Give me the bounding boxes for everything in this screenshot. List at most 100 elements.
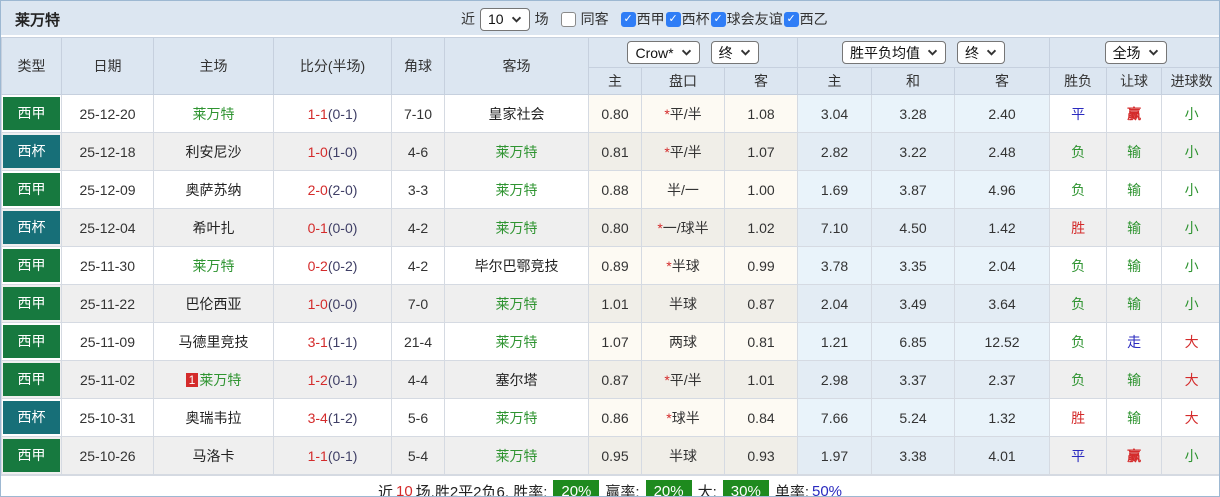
match-date: 25-12-20 bbox=[61, 94, 154, 133]
table-row: 西甲 25-12-09 奥萨苏纳 2-0(2-0) 3-3 莱万特 0.88 半… bbox=[1, 170, 1219, 209]
handicap-result-value: 输 bbox=[1127, 219, 1142, 236]
home-team-cell: 奥萨苏纳 bbox=[153, 170, 274, 209]
eu-draw-odds: 5.24 bbox=[871, 398, 956, 437]
ah-home-odds: 0.89 bbox=[588, 246, 642, 285]
goals-cell: 大 bbox=[1161, 360, 1219, 399]
league-checkbox[interactable] bbox=[620, 11, 636, 27]
subcol-handicap-result: 让球 bbox=[1106, 67, 1163, 95]
games-label: 场 bbox=[534, 11, 549, 27]
score-cell: 2-0(2-0) bbox=[273, 170, 392, 209]
match-date: 25-11-22 bbox=[61, 284, 154, 323]
handicap-result-value: 输 bbox=[1127, 371, 1142, 388]
eu-away-odds: 2.37 bbox=[954, 360, 1051, 399]
handicap-cell: *半球 bbox=[641, 246, 725, 285]
handicap-cell: *平/半 bbox=[641, 360, 725, 399]
score-cell: 1-1(0-1) bbox=[273, 94, 392, 133]
league-checkbox[interactable] bbox=[710, 11, 726, 27]
win-rate-badge: 20% bbox=[553, 479, 600, 496]
avg-state-select[interactable]: 终 bbox=[957, 41, 1006, 64]
away-team-cell: 塞尔塔 bbox=[444, 360, 589, 399]
away-team-name: 塞尔塔 bbox=[495, 371, 538, 388]
result-cell: 负 bbox=[1049, 322, 1108, 361]
home-team-name: 马德里竞技 bbox=[178, 333, 249, 350]
eu-home-odds: 2.82 bbox=[797, 132, 873, 171]
col-type: 类型 bbox=[1, 37, 62, 95]
avg-odds-select[interactable]: 胜平负均值 bbox=[842, 41, 947, 64]
fulltime-score: 1-2 bbox=[307, 371, 328, 388]
eu-away-odds: 12.52 bbox=[954, 322, 1051, 361]
result-value: 胜 bbox=[1071, 409, 1086, 426]
titlebar: 莱万特 近 10 场 同客 西甲西杯球会友谊西乙 bbox=[1, 1, 1219, 37]
eu-home-odds: 1.21 bbox=[797, 322, 873, 361]
handicap-cell: *球半 bbox=[641, 398, 725, 437]
halftime-score: (0-1) bbox=[327, 371, 358, 388]
summary-bar: 近 10 场,胜2平2负6, 胜率: 20% 赢率: 20% 大: 30% 单率: 5… bbox=[1, 475, 1219, 497]
eu-home-odds: 3.78 bbox=[797, 246, 873, 285]
handicap-value: 半球 bbox=[669, 447, 697, 464]
handicap-result-cell: 输 bbox=[1106, 284, 1163, 323]
corners-cell: 4-2 bbox=[391, 246, 445, 285]
league-checkbox[interactable] bbox=[783, 11, 799, 27]
table-row: 西甲 25-11-02 1 莱万特 1-2(0-1) 4-4 塞尔塔 0.87 *… bbox=[1, 360, 1219, 399]
handicap-cell: 两球 bbox=[641, 322, 725, 361]
result-cell: 负 bbox=[1049, 170, 1108, 209]
corners-cell: 5-4 bbox=[391, 436, 445, 475]
match-date: 25-12-04 bbox=[61, 208, 154, 247]
match-table-body: 西甲 25-12-20 莱万特 1-1(0-1) 7-10 皇家社会 0.80 … bbox=[1, 94, 1219, 475]
summary-near-count: 10 bbox=[395, 482, 413, 497]
score-cell: 1-0(1-0) bbox=[273, 132, 392, 171]
odds-state-select[interactable]: 终 bbox=[710, 41, 759, 64]
league-checkbox[interactable] bbox=[665, 11, 681, 27]
handicap-result-cell: 赢 bbox=[1106, 94, 1163, 133]
ah-away-odds: 0.99 bbox=[723, 246, 799, 285]
table-row: 西甲 25-12-20 莱万特 1-1(0-1) 7-10 皇家社会 0.80 … bbox=[1, 94, 1219, 133]
result-cell: 负 bbox=[1049, 284, 1108, 323]
handicap-cell: 半球 bbox=[641, 436, 725, 475]
halftime-score: (0-2) bbox=[327, 257, 358, 274]
near-count-select[interactable]: 10 bbox=[480, 7, 530, 31]
ah-home-odds: 1.07 bbox=[588, 322, 642, 361]
eu-draw-odds: 3.35 bbox=[871, 246, 956, 285]
handicap-result-value: 赢 bbox=[1127, 105, 1142, 122]
odds-source-value: Crow* bbox=[635, 44, 674, 61]
handicap-value: 半/一 bbox=[667, 181, 699, 198]
ah-away-odds: 1.00 bbox=[723, 170, 799, 209]
odds-state-value: 终 bbox=[718, 44, 733, 61]
ah-away-odds: 0.84 bbox=[723, 398, 799, 437]
fulltime-score: 1-0 bbox=[307, 295, 328, 312]
goals-value: 小 bbox=[1184, 105, 1199, 122]
same-venue-filter: 同客 bbox=[560, 9, 609, 29]
handicap-result-value: 赢 bbox=[1127, 447, 1142, 464]
halftime-score: (0-0) bbox=[327, 295, 358, 312]
league-type-badge: 西甲 bbox=[3, 249, 60, 282]
summary-near-label: 近 bbox=[377, 483, 393, 497]
eu-home-odds: 3.04 bbox=[797, 94, 873, 133]
result-cell: 平 bbox=[1049, 94, 1108, 133]
eu-home-odds: 7.66 bbox=[797, 398, 873, 437]
score-cell: 0-2(0-2) bbox=[273, 246, 392, 285]
corners-cell: 4-4 bbox=[391, 360, 445, 399]
odds-source-select[interactable]: Crow* bbox=[627, 41, 700, 64]
fulltime-score: 1-1 bbox=[307, 447, 328, 464]
fulltime-score: 3-4 bbox=[307, 409, 328, 426]
same-venue-checkbox[interactable] bbox=[560, 11, 576, 27]
handicap-cell: 半球 bbox=[641, 284, 725, 323]
handicap-result-value: 输 bbox=[1127, 257, 1142, 274]
ah-away-odds: 1.07 bbox=[723, 132, 799, 171]
goals-value: 小 bbox=[1184, 447, 1199, 464]
league-type-badge: 西甲 bbox=[3, 363, 60, 396]
ah-away-odds: 0.87 bbox=[723, 284, 799, 323]
filter-bar: 近 10 场 同客 西甲西杯球会友谊西乙 bbox=[461, 1, 828, 37]
match-date: 25-12-18 bbox=[61, 132, 154, 171]
eu-draw-odds: 3.87 bbox=[871, 170, 956, 209]
corners-cell: 7-0 bbox=[391, 284, 445, 323]
avg-odds-group: 胜平负均值 终 bbox=[797, 37, 1051, 68]
score-cell: 3-4(1-2) bbox=[273, 398, 392, 437]
goals-cell: 大 bbox=[1161, 398, 1219, 437]
scope-select[interactable]: 全场 bbox=[1104, 41, 1167, 64]
subcol-handicap: 盘口 bbox=[641, 67, 725, 95]
handicap-value: 平/半 bbox=[669, 371, 702, 388]
halftime-score: (0-0) bbox=[327, 219, 358, 236]
eu-home-odds: 1.97 bbox=[797, 436, 873, 475]
ah-away-odds: 0.81 bbox=[723, 322, 799, 361]
